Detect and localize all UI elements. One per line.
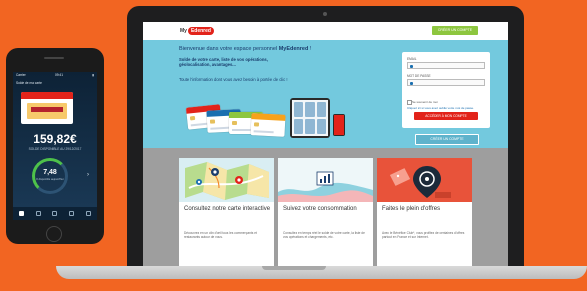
lock-icon (410, 81, 413, 85)
logo-brand: Edenred (187, 26, 214, 35)
cards-illustration (185, 92, 345, 142)
account-label: Solde de ma carte (16, 81, 42, 85)
email-label: EMAIL (407, 57, 417, 61)
phone-illustration (333, 114, 345, 136)
forgot-password-link[interactable]: Cliquez ici si vous avez oublié votre mo… (407, 106, 474, 110)
login-button[interactable]: ACCÉDER À MON COMPTE (414, 112, 478, 120)
password-label: MOT DE PASSE (407, 74, 431, 78)
features-section: Consultez notre carte interactive Découv… (143, 148, 508, 268)
daily-limit-gauge (32, 158, 68, 194)
feature-card-consumption[interactable]: Suivez votre consommation Consultez en t… (278, 158, 373, 268)
feature-description-map: Découvrez en un clin d'œil tous les comm… (184, 231, 257, 240)
consumption-illustration (278, 158, 373, 202)
welcome-prefix: Bienvenue dans votre espace personnel (179, 46, 279, 52)
tab-offers-icon[interactable] (69, 211, 75, 216)
laptop-screen: My Edenred CRÉER UN COMPTE Bienvenue dan… (143, 22, 508, 268)
phone-tab-bar (13, 207, 97, 220)
tab-operations-icon[interactable] (52, 211, 58, 216)
feature-title-offers: Faites le plein d'offres (382, 206, 441, 212)
laptop-camera (323, 12, 327, 16)
welcome-title: Bienvenue dans votre espace personnel My… (179, 46, 311, 52)
feature-card-map[interactable]: Consultez notre carte interactive Découv… (179, 158, 274, 268)
phone-speaker (44, 57, 64, 59)
meal-card-image[interactable] (21, 92, 73, 124)
tablet-illustration (290, 98, 330, 138)
create-account-button-top[interactable]: CRÉER UN COMPTE (432, 26, 478, 35)
tab-map-icon[interactable] (35, 211, 41, 216)
hero-description: Toute l'information dont vous avez besoi… (179, 77, 288, 82)
feature-description-offers: Avec le Bénéfice Club*, vous profitez de… (382, 231, 465, 240)
offers-illustration (377, 158, 472, 202)
daily-label: € disponible aujourd'hui (36, 178, 64, 181)
daily-amount: 7,48 (43, 169, 57, 176)
battery-icon: ▮ (92, 73, 94, 77)
feature-title-consumption: Suivez votre consommation (283, 206, 357, 212)
ticket-card-illustration (250, 113, 286, 137)
myedenred-logo[interactable]: My Edenred (180, 26, 214, 35)
welcome-brand: MyEdenred (278, 46, 309, 52)
welcome-suffix: ! (308, 46, 312, 52)
tab-more-icon[interactable] (86, 211, 92, 216)
balance-label: SOLDE DISPONIBLE AU 29/12/2017 (28, 147, 82, 151)
phone-screen: Carrier 09:41 ▮ Solde de ma carte 159,82… (13, 72, 97, 220)
remember-label: Se souvenir de moi (412, 99, 438, 104)
tab-home-icon[interactable] (18, 211, 24, 216)
feature-card-offers[interactable]: Faites le plein d'offres Avec le Bénéfic… (377, 158, 472, 268)
login-form: EMAIL MOT DE PASSE Se souvenir de moi Cl… (402, 52, 490, 128)
create-account-button[interactable]: CRÉER UN COMPTE (415, 134, 479, 145)
feature-title-map: Consultez notre carte interactive (184, 206, 271, 212)
envelope-icon (410, 64, 413, 68)
laptop-notch (262, 266, 326, 270)
hero-subtitle: Solde de votre carte, liste de vos opéra… (179, 57, 268, 68)
chevron-right-icon[interactable]: › (87, 172, 89, 178)
card-balance: 159,82€ (33, 132, 77, 146)
logo-prefix: My (180, 27, 187, 34)
hero-banner: Bienvenue dans votre espace personnel My… (143, 40, 508, 148)
status-time: 09:41 (55, 73, 63, 77)
carrier-label: Carrier (16, 73, 26, 77)
password-field[interactable] (407, 79, 485, 86)
map-illustration (179, 158, 274, 202)
site-header: My Edenred CRÉER UN COMPTE (143, 22, 508, 40)
laptop: My Edenred CRÉER UN COMPTE Bienvenue dan… (127, 6, 524, 268)
home-button[interactable] (46, 226, 62, 242)
smartphone: Carrier 09:41 ▮ Solde de ma carte 159,82… (6, 48, 104, 244)
feature-description-consumption: Consultez en temps réel le solde de votr… (283, 231, 365, 240)
phone-status-bar: Carrier 09:41 ▮ (16, 73, 94, 77)
email-field[interactable] (407, 62, 485, 69)
